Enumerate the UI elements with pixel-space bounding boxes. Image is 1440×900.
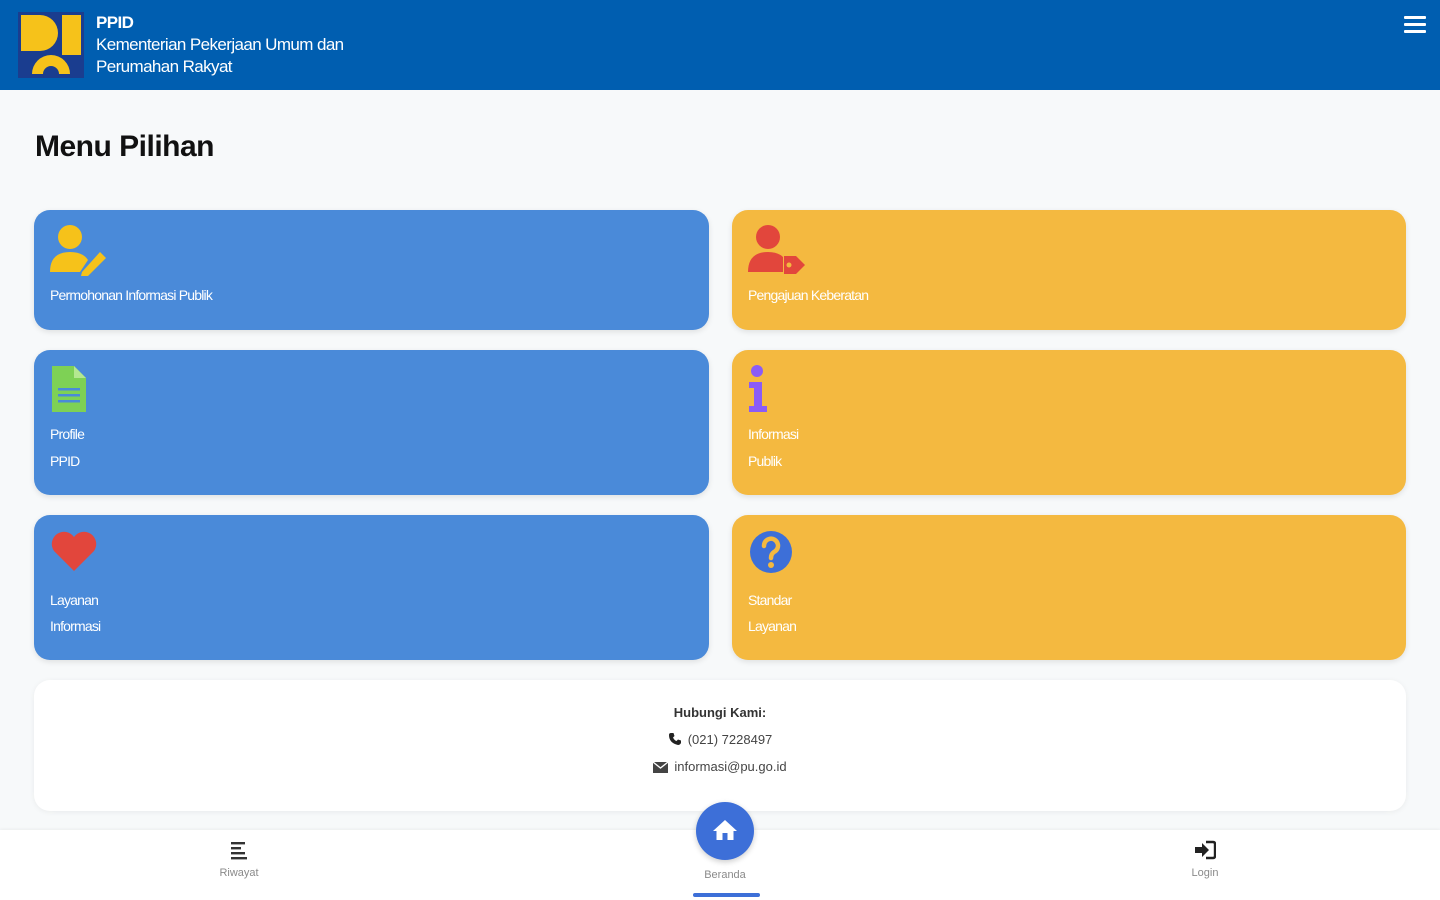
phone-icon (668, 733, 681, 745)
nav-label-riwayat: Riwayat (219, 867, 259, 879)
user-tag-icon (748, 225, 805, 274)
heart-icon (51, 531, 97, 571)
question-icon (750, 531, 792, 573)
ministry-name-line2: Perumahan Rakyat (96, 57, 233, 76)
card-label-line2: Informasi (50, 618, 101, 634)
card-permohonan-informasi[interactable]: Permohonan Informasi Publik (34, 210, 709, 330)
card-layanan-informasi[interactable]: Layanan Informasi (34, 515, 709, 660)
card-pengajuan-keberatan[interactable]: Pengajuan Keberatan (732, 210, 1406, 330)
nav-label-login: Login (1191, 867, 1219, 879)
envelope-icon (652, 761, 669, 773)
contact-box: Hubungi Kami: (021) 7228497 informasi@pu… (34, 680, 1406, 811)
home-icon (713, 820, 737, 840)
page-title: Menu Pilihan (35, 130, 215, 163)
user-edit-icon (50, 225, 106, 276)
card-label-line1: Permohonan Informasi Publik (50, 287, 213, 303)
nav-login[interactable]: Login (1145, 840, 1265, 879)
active-tab-indicator (693, 893, 760, 897)
contact-title: Hubungi Kami: (673, 705, 767, 720)
card-informasi-publik[interactable]: Informasi Publik (732, 350, 1406, 495)
info-icon (749, 365, 767, 412)
card-label-line2: PPID (50, 453, 80, 469)
contact-email-row: informasi@pu.go.id (34, 759, 1406, 774)
login-icon (1195, 840, 1217, 860)
card-label-line2: Publik (748, 453, 782, 469)
app-title: PPID (96, 13, 134, 32)
card-label-line1: Informasi (748, 426, 799, 442)
nav-beranda[interactable]: Beranda (665, 865, 785, 881)
contact-phone-row: (021) 7228497 (34, 732, 1406, 747)
document-icon (52, 366, 86, 412)
card-label-line1: Standar (748, 592, 792, 608)
card-label-line1: Layanan (50, 592, 99, 608)
ministry-name-line1: Kementerian Pekerjaan Umum dan (96, 35, 344, 54)
nav-label-beranda: Beranda (704, 869, 746, 881)
nav-riwayat[interactable]: Riwayat (179, 840, 299, 879)
card-profile-ppid[interactable]: Profile PPID (34, 350, 709, 495)
list-icon (231, 842, 247, 860)
card-label-line2: Layanan (748, 618, 797, 634)
card-label-line1: Pengajuan Keberatan (748, 287, 869, 303)
app-header: PPID Kementerian Pekerjaan Umum dan Peru… (0, 0, 1440, 90)
brand-text: PPID Kementerian Pekerjaan Umum dan Peru… (96, 12, 344, 78)
hamburger-menu-icon[interactable] (1404, 16, 1426, 36)
pu-logo-icon (18, 12, 84, 78)
card-label-line1: Profile (50, 426, 85, 442)
card-standar-layanan[interactable]: Standar Layanan (732, 515, 1406, 660)
contact-email[interactable]: informasi@pu.go.id (674, 759, 786, 774)
contact-phone[interactable]: (021) 7228497 (688, 732, 773, 747)
home-fab-button[interactable] (696, 802, 754, 860)
